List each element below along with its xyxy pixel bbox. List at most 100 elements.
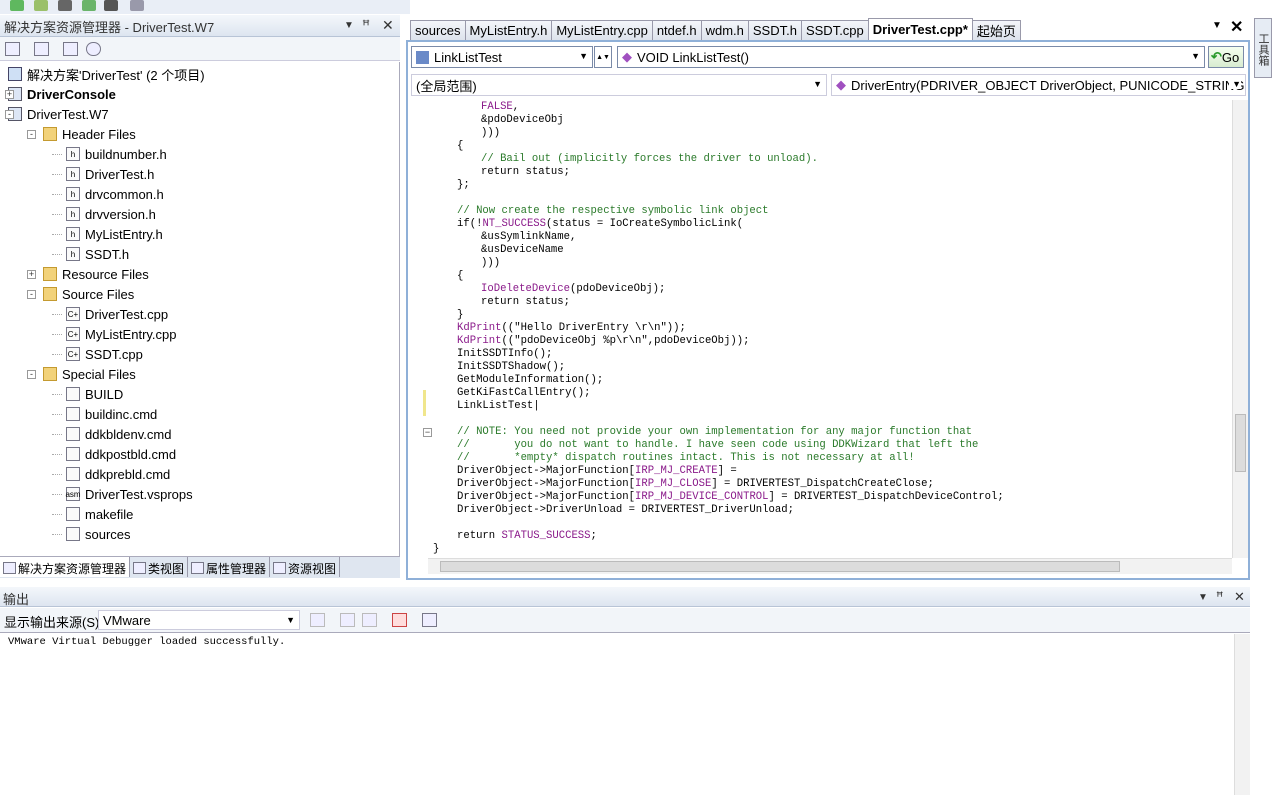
tree-item[interactable]: DriverConsole: [8, 85, 116, 103]
tree-item[interactable]: buildinc.cmd: [66, 405, 157, 423]
tree-item[interactable]: Special Files: [43, 365, 136, 383]
tree-item[interactable]: h drvcommon.h: [66, 185, 164, 203]
build-icon[interactable]: [34, 0, 48, 11]
tree-item[interactable]: C+ DriverTest.cpp: [66, 305, 168, 323]
tab-document[interactable]: 起始页: [971, 20, 1021, 40]
collapse-icon[interactable]: -: [27, 130, 36, 139]
code-token: &usDeviceName: [481, 244, 564, 256]
code-token: STATUS_SUCCESS: [501, 530, 591, 542]
show-all-files-icon[interactable]: [34, 42, 49, 56]
code-line: }: [433, 309, 463, 322]
method-icon: ◆: [836, 77, 846, 92]
tree-connector: [52, 334, 62, 335]
tree-item[interactable]: BUILD: [66, 385, 123, 403]
combo-spinner[interactable]: ▲▼: [594, 46, 612, 68]
tree-item[interactable]: Resource Files: [43, 265, 149, 283]
folder-open-icon: [43, 287, 57, 301]
tree-item[interactable]: h MyListEntry.h: [66, 225, 163, 243]
tree-item[interactable]: h DriverTest.h: [66, 165, 154, 183]
function-combo[interactable]: ◆ VOID LinkListTest() ▼: [617, 46, 1205, 68]
tab-explorer-view[interactable]: 资源视图: [270, 557, 341, 577]
properties-icon[interactable]: [5, 42, 20, 56]
stop-icon[interactable]: [58, 0, 72, 11]
tree-item[interactable]: ddkpostbld.cmd: [66, 445, 176, 463]
tab-document[interactable]: wdm.h: [700, 20, 749, 40]
code-token: (("Hello DriverEntry \r\n"));: [501, 322, 686, 334]
tab-list-icon[interactable]: ▼: [1212, 20, 1222, 31]
tree-item[interactable]: C+ MyListEntry.cpp: [66, 325, 177, 343]
tab-explorer-view[interactable]: 解决方案资源管理器: [0, 557, 131, 577]
code-token: ))): [481, 257, 501, 269]
collapse-icon[interactable]: -: [27, 370, 36, 379]
step-icon[interactable]: [82, 0, 96, 11]
output-vertical-scrollbar[interactable]: [1234, 634, 1250, 795]
change-marker: [423, 390, 426, 416]
tree-item-label: ddkprebld.cmd: [85, 466, 171, 482]
code-token: GetKiFastCallEntry();: [457, 387, 591, 399]
next-icon[interactable]: [362, 613, 377, 627]
cmd-file-icon: [66, 447, 80, 461]
tree-item[interactable]: 解决方案'DriverTest' (2 个项目): [8, 65, 205, 83]
tree-item[interactable]: ddkbldenv.cmd: [66, 425, 171, 443]
output-text[interactable]: VMware Virtual Debugger loaded successfu…: [0, 634, 1250, 795]
tree-item[interactable]: DriverTest.W7: [8, 105, 109, 123]
close-icon[interactable]: ✕: [382, 17, 394, 34]
tab-document[interactable]: MyListEntry.h: [464, 20, 553, 40]
pin-icon[interactable]: ꟸ: [1216, 589, 1224, 605]
tree-item-label: SSDT.cpp: [85, 346, 143, 362]
tab-explorer-view[interactable]: 类视图: [130, 557, 189, 577]
tree-item[interactable]: sources: [66, 525, 131, 543]
start-icon[interactable]: [10, 0, 24, 11]
code-area[interactable]: FALSE, &pdoDeviceObj))) {// Bail out (impl…: [428, 100, 1234, 558]
scope-combo[interactable]: (全局范围) ▼: [411, 74, 827, 96]
tree-item[interactable]: h buildnumber.h: [66, 145, 167, 163]
tools-icon[interactable]: [130, 0, 144, 11]
tree-item-label: MyListEntry.h: [85, 226, 163, 242]
view-code-icon[interactable]: [63, 42, 78, 56]
tree-item-label: Resource Files: [62, 266, 149, 282]
tab-document[interactable]: MyListEntry.cpp: [551, 20, 653, 40]
code-line: &pdoDeviceObj: [433, 114, 564, 127]
code-token: ] = DRIVERTEST_DispatchCreateClose;: [711, 478, 934, 490]
close-document-icon[interactable]: ✕: [1230, 17, 1243, 37]
tab-document[interactable]: DriverTest.cpp*: [867, 18, 973, 40]
dropdown-icon[interactable]: ▼: [344, 20, 354, 31]
collapse-icon[interactable]: -: [5, 110, 14, 119]
tab-document[interactable]: SSDT.h: [747, 20, 802, 40]
breakpoint-icon[interactable]: [104, 0, 118, 11]
go-button[interactable]: ↶ Go: [1208, 46, 1244, 68]
editor-vertical-scrollbar[interactable]: [1232, 100, 1248, 558]
tree-item[interactable]: Header Files: [43, 125, 136, 143]
tree-item[interactable]: Source Files: [43, 285, 134, 303]
collapse-icon[interactable]: -: [27, 290, 36, 299]
tree-item[interactable]: C+ SSDT.cpp: [66, 345, 143, 363]
tab-explorer-view[interactable]: 属性管理器: [188, 557, 271, 577]
scrollbar-thumb[interactable]: [1235, 414, 1246, 472]
tree-item[interactable]: h drvversion.h: [66, 205, 156, 223]
output-source-select[interactable]: VMware ▼: [98, 610, 300, 630]
expand-icon[interactable]: +: [5, 90, 14, 99]
toolbox-tab[interactable]: 工具箱: [1254, 18, 1272, 78]
code-token: NT_SUCCESS: [482, 218, 547, 230]
tree-item[interactable]: asm DriverTest.vsprops: [65, 485, 192, 503]
class-combo[interactable]: LinkListTest ▼: [411, 46, 593, 68]
member-combo[interactable]: ◆ DriverEntry(PDRIVER_OBJECT DriverObjec…: [831, 74, 1246, 96]
tab-document[interactable]: sources: [410, 20, 466, 40]
expand-icon[interactable]: +: [27, 270, 36, 279]
clear-all-icon[interactable]: [392, 613, 407, 627]
find-icon[interactable]: [310, 613, 325, 627]
class-diagram-icon[interactable]: [86, 42, 101, 56]
scrollbar-thumb[interactable]: [440, 561, 1120, 572]
tab-document[interactable]: SSDT.cpp: [800, 20, 869, 40]
pin-icon[interactable]: ꟸ: [362, 17, 370, 34]
editor-horizontal-scrollbar[interactable]: [428, 558, 1232, 574]
dropdown-icon[interactable]: ▼: [1198, 592, 1208, 603]
tab-document[interactable]: ntdef.h: [651, 20, 702, 40]
tree-item[interactable]: makefile: [66, 505, 133, 523]
word-wrap-icon[interactable]: [422, 613, 437, 627]
close-icon[interactable]: ✕: [1234, 589, 1245, 605]
code-token: ))): [481, 127, 501, 139]
previous-icon[interactable]: [340, 613, 355, 627]
tree-item[interactable]: h SSDT.h: [66, 245, 129, 263]
tree-item[interactable]: ddkprebld.cmd: [66, 465, 170, 483]
